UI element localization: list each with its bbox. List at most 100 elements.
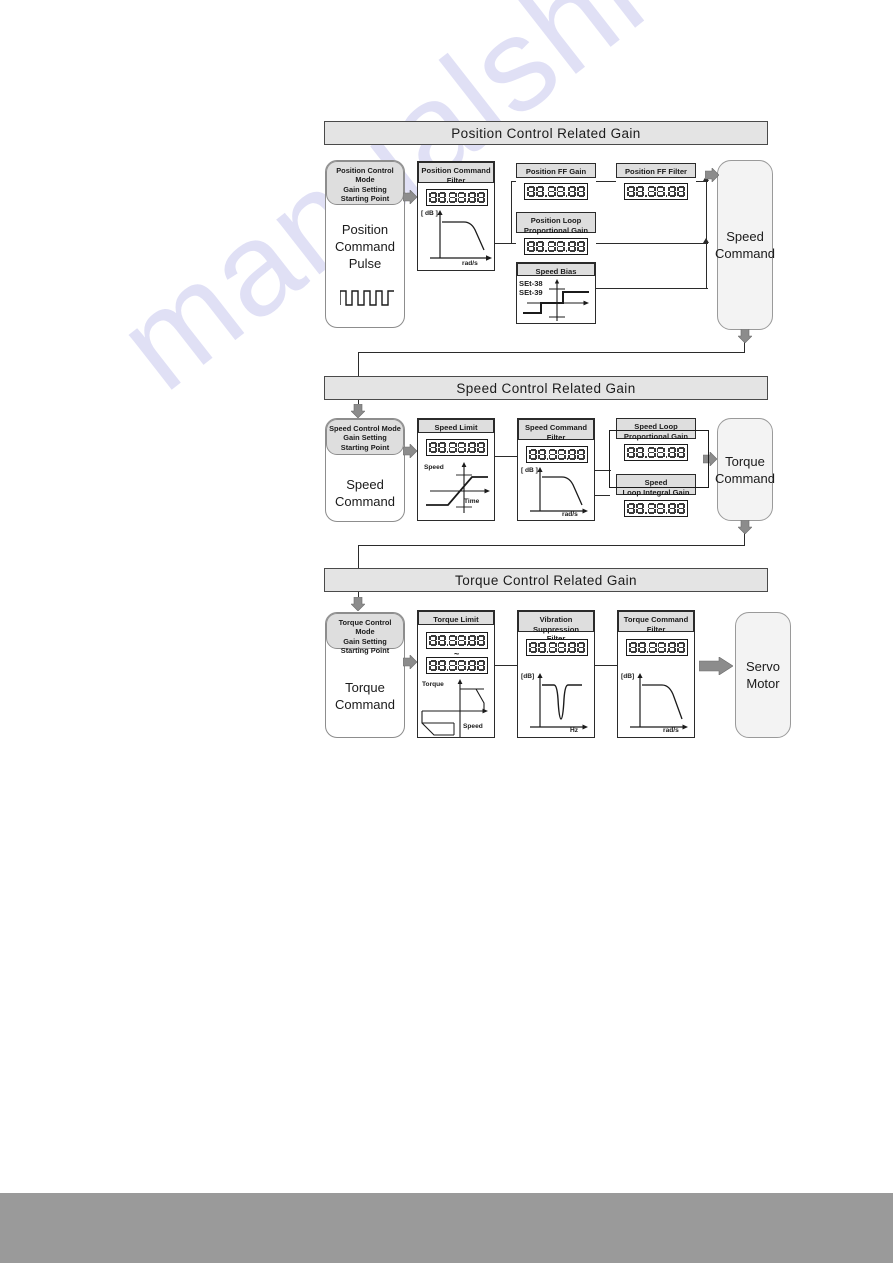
module-vibration-suppression-filter-title: Vibration Suppression Filter: [518, 611, 594, 643]
seven-segment-dot: [665, 195, 667, 197]
seven-segment-digit: [527, 241, 535, 252]
graph-vibration-suppression-filter: [530, 673, 588, 730]
seven-segment-digit: [448, 192, 457, 203]
seven-segment-digit: [557, 642, 566, 653]
torque-start-capsule: Torque Control Mode Gain Setting Startin…: [325, 612, 405, 738]
speed-command-label: Speed Command: [335, 477, 395, 509]
section-header-torque-label: Torque Control Related Gain: [455, 572, 637, 588]
seven-segment-digit: [647, 503, 656, 514]
seven-segment-dot: [665, 512, 667, 514]
seven-segment-digit: [457, 192, 466, 203]
graph-xlabel-position-command-filter: rad/s: [462, 260, 478, 267]
display-position-command-filter: [426, 189, 488, 206]
module-position-loop-proportional-gain: Position Loop Proportional Gain: [516, 212, 596, 259]
seven-segment-dot: [566, 651, 567, 653]
diagram-page: manualshive.com Position Control Related…: [0, 0, 893, 1263]
seven-segment-digit: [548, 449, 557, 460]
seven-segment-dot: [447, 644, 448, 646]
seven-segment-digit: [429, 660, 437, 671]
seven-segment-dot: [565, 250, 567, 252]
graph-xlabel-torque-limit: Speed: [463, 723, 483, 730]
module-speed-bias-title: Speed Bias: [517, 263, 595, 276]
module-speed-limit: Speed Limit Speed Time: [417, 418, 495, 521]
seven-segment-digit: [529, 449, 537, 460]
position-start-capsule-title: Position Control Mode Gain Setting Start…: [326, 161, 404, 205]
module-position-ff-filter: Position FF Filter: [616, 163, 696, 204]
seven-segment-digit: [457, 635, 466, 646]
arrow-position-start-to-filter: [403, 190, 417, 204]
seven-segment-digit: [677, 186, 685, 197]
seven-segment-dot: [447, 669, 448, 671]
seven-segment-digit: [647, 186, 656, 197]
seven-segment-dot: [666, 651, 667, 653]
seven-segment-digit: [657, 642, 666, 653]
torque-start-capsule-title: Torque Control Mode Gain Setting Startin…: [326, 613, 404, 655]
seven-segment-digit: [477, 442, 485, 453]
wire-p7: [706, 181, 708, 243]
module-speed-command-filter-title: Speed Command Filter: [518, 419, 594, 442]
module-vibration-suppression-filter: Vibration Suppression Filter [dB] Hz: [517, 610, 595, 738]
module-position-loop-proportional-gain-title: Position Loop Proportional Gain: [516, 212, 596, 235]
wire-s3a: [493, 665, 519, 667]
display-position-ff-gain: [524, 183, 588, 200]
seven-segment-digit: [429, 635, 437, 646]
graph-position-command-filter: [430, 210, 492, 261]
seven-segment-dot: [466, 201, 467, 203]
seven-segment-digit: [568, 642, 576, 653]
graph-xlabel-torque-command-filter: rad/s: [663, 727, 679, 734]
seven-segment-dot: [645, 195, 647, 197]
module-speed-bias: Speed Bias SEt-38 SEt-39: [516, 262, 596, 324]
seven-segment-digit: [548, 642, 557, 653]
seven-segment-digit: [636, 186, 644, 197]
seven-segment-digit: [656, 186, 665, 197]
display-speed-limit: [426, 439, 488, 456]
module-speed-command-filter: Speed Command Filter [ dB ] rad/s: [517, 418, 595, 521]
seven-segment-digit: [468, 660, 476, 671]
seven-segment-digit: [648, 642, 657, 653]
arrowhead-p2: [703, 238, 709, 243]
wire-p8: [592, 288, 708, 290]
seven-segment-dot: [545, 250, 547, 252]
graph-xlabel-vibration-suppression-filter: Hz: [570, 727, 579, 734]
seven-segment-digit: [477, 635, 485, 646]
display-position-loop-proportional-gain: [524, 238, 588, 255]
seven-segment-dot: [545, 195, 547, 197]
seven-segment-digit: [536, 186, 544, 197]
graph-speed-limit: [426, 462, 490, 513]
module-torque-command-filter: Torque Command Filter [dB] rad/s: [617, 610, 695, 738]
seven-segment-dot: [466, 644, 467, 646]
speed-start-capsule-title: Speed Control Mode Gain Setting Starting…: [326, 419, 404, 455]
wire-s23-a: [744, 533, 746, 545]
wire-s12-a: [744, 342, 746, 352]
module-torque-limit: Torque Limit ~ Torque Speed: [417, 610, 495, 738]
seven-segment-digit: [477, 660, 485, 671]
arrow-into-servo-motor: [699, 657, 733, 675]
position-command-pulse-label: Position Command Pulse: [335, 222, 395, 271]
arrow-into-speed-section: [351, 404, 365, 418]
seven-segment-digit: [556, 241, 565, 252]
section-header-position-label: Position Control Related Gain: [451, 125, 641, 141]
section-header-position: Position Control Related Gain: [324, 121, 768, 145]
terminal-torque-command: Torque Command: [715, 418, 775, 521]
module-torque-limit-title: Torque Limit: [418, 611, 494, 625]
seven-segment-digit: [668, 642, 676, 653]
display-position-ff-filter: [624, 183, 688, 200]
graph-speed-command-filter: [530, 467, 588, 514]
seven-segment-digit: [668, 503, 676, 514]
arrow-speed-start-to-limit: [403, 444, 417, 458]
seven-segment-digit: [457, 442, 466, 453]
seven-segment-digit: [677, 642, 685, 653]
speed-start-capsule: Speed Control Mode Gain Setting Starting…: [325, 418, 405, 522]
module-position-ff-filter-title: Position FF Filter: [616, 163, 696, 178]
seven-segment-digit: [568, 186, 576, 197]
seven-segment-dot: [647, 651, 648, 653]
seven-segment-digit: [629, 642, 637, 653]
display-torque-limit-lower: [426, 657, 488, 674]
seven-segment-digit: [577, 449, 585, 460]
graph-torque-limit: [421, 679, 488, 737]
seven-segment-digit: [556, 186, 565, 197]
arrow-speed-command-down: [738, 329, 752, 343]
seven-segment-digit: [547, 186, 556, 197]
seven-segment-digit: [668, 186, 676, 197]
seven-segment-dot: [466, 451, 467, 453]
